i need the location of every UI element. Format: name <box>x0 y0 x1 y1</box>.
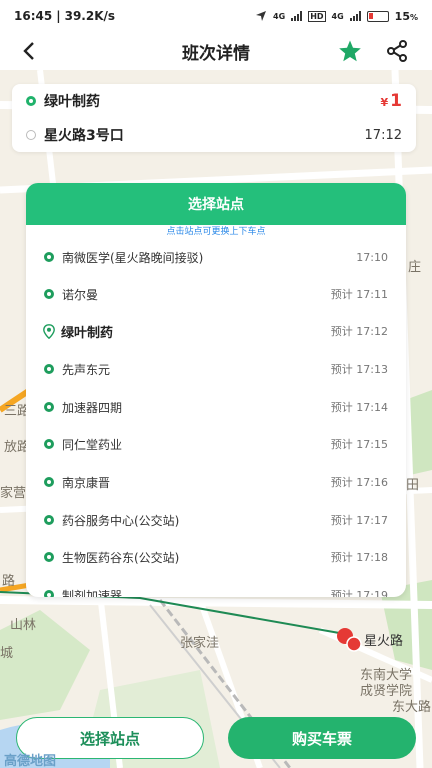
status-time: 16:45 <box>14 9 53 23</box>
route-start-name: 绿叶制药 <box>44 94 100 110</box>
route-start-row: 绿叶制药 ¥1 <box>26 84 402 118</box>
ticket-price: ¥1 <box>381 91 403 111</box>
network-type-2: 4G <box>331 11 344 21</box>
network-type-1: 4G <box>273 11 286 21</box>
station-time: 预计 17:12 <box>330 325 388 338</box>
station-dot-icon <box>44 477 54 487</box>
hd-badge: HD <box>308 10 326 22</box>
station-time: 预计 17:16 <box>330 476 388 489</box>
map-label: 东大路 <box>392 700 432 715</box>
station-name: 加速器四期 <box>62 400 123 415</box>
back-button[interactable] <box>14 36 44 66</box>
station-item[interactable]: 制剂加速器 预计 17:19 <box>26 577 406 597</box>
station-time: 预计 17:18 <box>330 551 388 564</box>
station-time: 预计 17:19 <box>330 589 388 597</box>
route-end-name: 星火路3号口 <box>44 128 124 144</box>
station-item[interactable]: 生物医药谷东(公交站) 预计 17:18 <box>26 539 406 575</box>
status-net-speed: 39.2K/s <box>64 9 116 23</box>
start-dot-icon <box>26 96 36 106</box>
station-item[interactable]: 同仁堂药业 预计 17:15 <box>26 426 406 462</box>
station-item[interactable]: 先声东元 预计 17:13 <box>26 351 406 387</box>
station-dot-icon <box>44 289 54 299</box>
map-label-destination: 星火路 <box>364 634 404 649</box>
share-button[interactable] <box>382 36 412 66</box>
station-dot-icon <box>44 364 54 374</box>
route-end-row: 星火路3号口 17:12 <box>26 118 402 152</box>
panel-title: 选择站点 <box>26 183 406 225</box>
station-time: 17:10 <box>356 250 388 264</box>
page-title: 班次详情 <box>182 43 250 64</box>
signal-icon <box>291 11 303 21</box>
status-bar: 16:45 | 39.2K/s 4G HD 4G 15% <box>0 0 432 32</box>
station-dot-icon <box>44 402 54 412</box>
buy-ticket-button[interactable]: 购买车票 <box>228 717 416 759</box>
station-name: 生物医药谷东(公交站) <box>62 550 180 565</box>
station-name: 南微医学(星火路晚间接驳) <box>62 250 204 265</box>
station-name: 药谷服务中心(公交站) <box>62 513 180 528</box>
location-pin-icon <box>43 323 55 339</box>
station-dot-icon <box>44 439 54 449</box>
station-time: 预计 17:17 <box>330 514 388 527</box>
station-name: 南京康晋 <box>62 475 111 490</box>
nav-header: 班次详情 <box>0 32 432 70</box>
share-icon <box>387 40 407 62</box>
station-item[interactable]: 南京康晋 预计 17:16 <box>26 464 406 500</box>
station-select-panel: 选择站点 点击站点可更换上下车点 南微医学(星火路晚间接驳) 17:10 诺尔曼… <box>26 183 406 597</box>
station-time: 预计 17:14 <box>330 401 388 414</box>
station-name: 制剂加速器 <box>62 588 123 598</box>
map-label: 路 <box>2 574 16 589</box>
map-label: 山林 <box>10 618 37 633</box>
location-icon <box>256 11 267 21</box>
back-arrow-icon <box>23 42 34 60</box>
battery-icon <box>366 10 389 22</box>
station-item[interactable]: 药谷服务中心(公交站) 预计 17:17 <box>26 502 406 538</box>
map-label: 庄 <box>408 260 422 275</box>
station-time: 预计 17:15 <box>330 438 388 451</box>
station-dot-icon <box>44 552 54 562</box>
favorite-button[interactable] <box>336 36 364 66</box>
map-label: 城 <box>0 646 14 661</box>
station-dot-icon <box>44 590 54 597</box>
battery-level: 15% <box>394 9 418 23</box>
station-item[interactable]: 南微医学(星火路晚间接驳) 17:10 <box>26 239 406 275</box>
station-list[interactable]: 南微医学(星火路晚间接驳) 17:10 诺尔曼 预计 17:11 绿叶制药 预计… <box>26 239 406 597</box>
station-item[interactable]: 加速器四期 预计 17:14 <box>26 389 406 425</box>
station-dot-icon <box>44 252 54 262</box>
map-provider-logo: 高德地图 <box>4 754 57 768</box>
station-item-selected[interactable]: 绿叶制药 预计 17:12 <box>26 313 406 349</box>
station-time: 预计 17:11 <box>330 288 388 301</box>
station-item[interactable]: 诺尔曼 预计 17:11 <box>26 276 406 312</box>
price-value: 1 <box>390 91 402 111</box>
map-label: 张家洼 <box>180 636 220 651</box>
panel-hint: 点击站点可更换上下车点 <box>166 227 266 237</box>
station-dot-icon <box>44 515 54 525</box>
status-icons: 4G HD 4G 15% <box>255 10 418 23</box>
end-dot-icon <box>26 130 36 140</box>
status-separator: | <box>56 9 61 23</box>
signal-icon <box>349 11 361 21</box>
route-summary-card: 绿叶制药 ¥1 星火路3号口 17:12 <box>12 84 416 152</box>
route-end-time: 17:12 <box>364 127 402 143</box>
star-icon <box>339 40 361 62</box>
station-time: 预计 17:13 <box>330 363 388 376</box>
map-label: 家营 <box>0 486 27 501</box>
station-name: 诺尔曼 <box>62 287 99 302</box>
map-label: 田 <box>406 478 420 493</box>
price-currency: ¥ <box>380 96 389 109</box>
station-name: 绿叶制药 <box>61 325 114 341</box>
station-name: 先声东元 <box>62 362 111 377</box>
station-name: 同仁堂药业 <box>62 437 123 452</box>
